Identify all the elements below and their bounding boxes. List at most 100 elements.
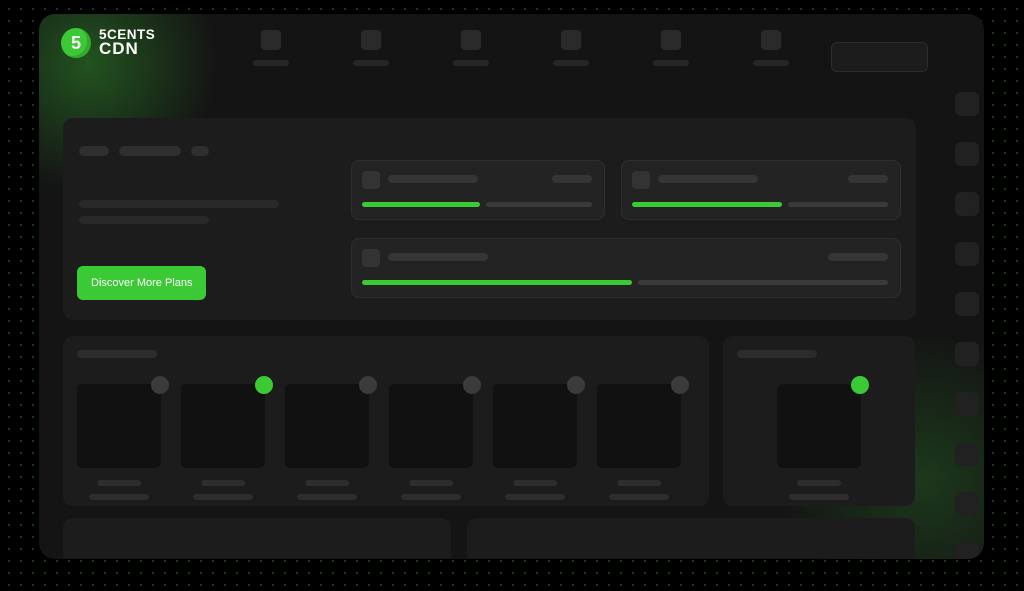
card-icon [632, 171, 650, 189]
nav-icon [561, 30, 581, 50]
progress-fill [362, 280, 632, 285]
status-dot-icon [671, 376, 689, 394]
tile-strip [63, 336, 709, 506]
tile-label-placeholder [201, 480, 245, 486]
nav-icon [661, 30, 681, 50]
tile-label-placeholder [617, 480, 661, 486]
rail-icon[interactable] [955, 442, 979, 466]
nav-label-placeholder [453, 60, 489, 66]
nav-label-placeholder [553, 60, 589, 66]
tile-thumb [777, 384, 861, 468]
tile[interactable] [777, 384, 861, 500]
nav-item[interactable] [449, 30, 493, 66]
tile[interactable] [285, 384, 369, 500]
tile[interactable] [597, 384, 681, 500]
progress-track [486, 202, 592, 207]
tile-label-placeholder [89, 494, 149, 500]
card-value-placeholder [848, 175, 888, 183]
card-icon [362, 249, 380, 267]
card-label-placeholder [388, 253, 488, 261]
nav-label-placeholder [653, 60, 689, 66]
usage-card[interactable] [351, 238, 901, 298]
search-input[interactable] [831, 42, 928, 72]
rail-icon[interactable] [955, 492, 979, 516]
progress-track [788, 202, 888, 207]
hero-panel: Discover More Plans [63, 118, 916, 320]
hero-title-placeholder [79, 146, 209, 156]
tile-label-placeholder [789, 494, 849, 500]
tile-thumb [597, 384, 681, 468]
tile-label-placeholder [297, 494, 357, 500]
discover-more-plans-button[interactable]: Discover More Plans [77, 266, 206, 300]
tile[interactable] [389, 384, 473, 500]
top-nav: 5 5CENTS CDN [39, 14, 984, 82]
nav-icon [361, 30, 381, 50]
tile-thumb [77, 384, 161, 468]
tile-label-placeholder [409, 480, 453, 486]
strip-title-placeholder [737, 350, 817, 358]
rail-icon[interactable] [955, 92, 979, 116]
nav-item[interactable] [249, 30, 293, 66]
nav-item[interactable] [749, 30, 793, 66]
strip-title-placeholder [77, 350, 157, 358]
rail-icon[interactable] [955, 342, 979, 366]
tile-thumb [389, 384, 473, 468]
bottom-panel [63, 518, 451, 558]
nav-item[interactable] [349, 30, 393, 66]
status-dot-icon [567, 376, 585, 394]
usage-card[interactable] [621, 160, 901, 220]
brand-line-2: CDN [99, 41, 155, 57]
tile-label-placeholder [609, 494, 669, 500]
rail-icon[interactable] [955, 542, 979, 559]
tile-label-placeholder [193, 494, 253, 500]
nav-item[interactable] [549, 30, 593, 66]
tile-label-placeholder [505, 494, 565, 500]
tile-thumb [285, 384, 369, 468]
tile-thumb [493, 384, 577, 468]
card-label-placeholder [388, 175, 478, 183]
hero-text-line [79, 216, 209, 224]
nav-item[interactable] [649, 30, 693, 66]
tile-label-placeholder [401, 494, 461, 500]
status-dot-icon [151, 376, 169, 394]
rail-icon[interactable] [955, 142, 979, 166]
brand-logo[interactable]: 5 5CENTS CDN [61, 28, 155, 58]
app-window: 5 5CENTS CDN Discover More P [39, 14, 984, 559]
nav-label-placeholder [753, 60, 789, 66]
tile-label-placeholder [513, 480, 557, 486]
right-rail [950, 84, 984, 559]
usage-card[interactable] [351, 160, 605, 220]
rail-icon[interactable] [955, 392, 979, 416]
tile-label-placeholder [797, 480, 841, 486]
rail-icon[interactable] [955, 192, 979, 216]
tile-thumb [181, 384, 265, 468]
progress-fill [362, 202, 480, 207]
nav-icon [761, 30, 781, 50]
rail-icon[interactable] [955, 292, 979, 316]
tile-label-placeholder [97, 480, 141, 486]
nav-icon [261, 30, 281, 50]
tile-strip [723, 336, 915, 506]
status-dot-icon [463, 376, 481, 394]
card-value-placeholder [828, 253, 888, 261]
status-dot-icon [255, 376, 273, 394]
tile[interactable] [77, 384, 161, 500]
status-dot-icon [851, 376, 869, 394]
status-dot-icon [359, 376, 377, 394]
nav-label-placeholder [353, 60, 389, 66]
rail-icon[interactable] [955, 242, 979, 266]
tile-label-placeholder [305, 480, 349, 486]
tile[interactable] [493, 384, 577, 500]
nav-label-placeholder [253, 60, 289, 66]
bottom-panel [467, 518, 915, 558]
progress-fill [632, 202, 782, 207]
card-label-placeholder [658, 175, 758, 183]
brand-badge-icon: 5 [61, 28, 91, 58]
hero-text-line [79, 200, 279, 208]
brand-text: 5CENTS CDN [99, 29, 155, 58]
progress-track [638, 280, 888, 285]
card-icon [362, 171, 380, 189]
tile[interactable] [181, 384, 265, 500]
nav-icon [461, 30, 481, 50]
card-value-placeholder [552, 175, 592, 183]
